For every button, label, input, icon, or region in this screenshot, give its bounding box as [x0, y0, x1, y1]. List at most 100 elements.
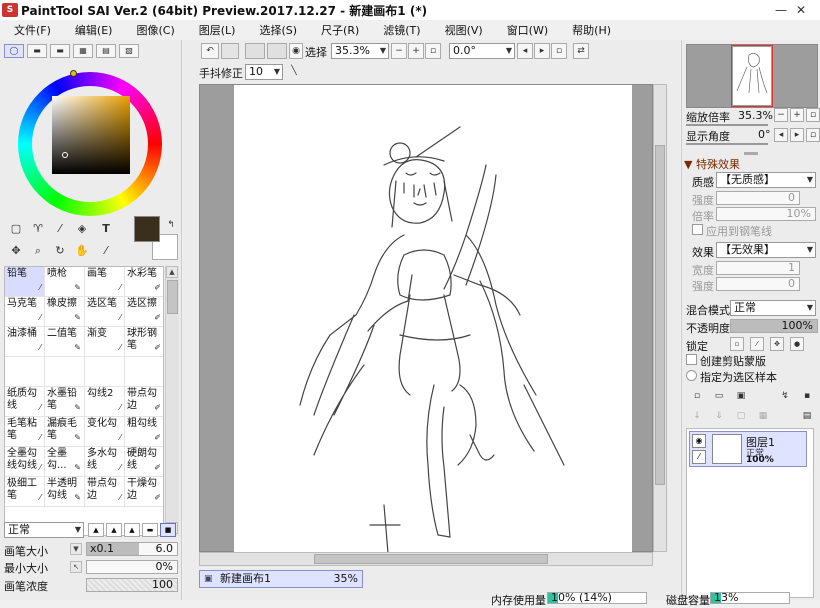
brush-slot[interactable]: 漏痕毛笔 ✎	[45, 417, 85, 447]
add-mask-icon[interactable]: ↯	[778, 390, 792, 404]
show-selection-checkbox[interactable]: ◉	[289, 43, 303, 59]
zoom-select[interactable]: 35.3% ▼	[331, 43, 389, 59]
hue-selector[interactable]	[70, 70, 77, 77]
min-size-link-icon[interactable]: ↖	[70, 561, 82, 573]
nav-zoom-in-button[interactable]: +	[790, 108, 804, 122]
menu-image[interactable]: 图像(C)	[136, 22, 174, 38]
brush-shape-1[interactable]: ▲	[88, 523, 104, 537]
brush-slot[interactable]: 变化勾 ⁄	[85, 417, 125, 447]
effect-select[interactable]: 【无效果】 ▼	[716, 242, 816, 258]
nav-zoom-out-button[interactable]: −	[774, 108, 788, 122]
color-wheel-tab[interactable]: ◯	[4, 44, 24, 58]
layer-blend-select[interactable]: 正常 ▼	[730, 300, 816, 316]
flip-horizontal-icon[interactable]: ⇄	[573, 43, 589, 59]
brush-shape-5[interactable]: ■	[160, 523, 176, 537]
canvas-vscroll-thumb[interactable]	[655, 145, 665, 485]
brush-shape-2[interactable]: ▲	[106, 523, 122, 537]
hsv-slider-tab[interactable]: ▬	[50, 44, 70, 58]
minimize-button[interactable]: —	[772, 0, 790, 20]
hand-icon[interactable]: ✋	[72, 242, 92, 260]
close-button[interactable]: ✕	[792, 0, 810, 20]
min-size-slider[interactable]: 0%	[86, 560, 178, 574]
line-icon[interactable]: ╲	[287, 64, 301, 80]
brush-slot[interactable]: 选区擦 ✐	[125, 297, 163, 327]
deselect-icon[interactable]	[245, 43, 265, 59]
size-multiplier-dropdown[interactable]: ▼	[70, 543, 82, 555]
brush-slot[interactable]: 半透明勾线 ✎	[45, 477, 85, 507]
effects-section-header[interactable]: ▼ 特殊效果	[684, 156, 740, 172]
navigator-preview[interactable]	[686, 44, 818, 108]
opacity-slider[interactable]: 100%	[730, 319, 818, 333]
menu-file[interactable]: 文件(F)	[14, 22, 51, 38]
brush-slot[interactable]: 橡皮擦 ✎	[45, 297, 85, 327]
brush-shape-4[interactable]: ▬	[142, 523, 158, 537]
scroll-up-icon[interactable]: ▲	[166, 266, 178, 278]
zoom-in-button[interactable]: +	[408, 43, 424, 59]
clipping-mask-checkbox[interactable]	[686, 354, 697, 365]
menu-select[interactable]: 选择(S)	[259, 22, 297, 38]
nav-zoom-reset-button[interactable]: ▫	[806, 108, 820, 122]
brush-size-slider[interactable]: x0.1 6.0	[86, 542, 178, 556]
menu-view[interactable]: 视图(V)	[445, 22, 483, 38]
brush-grid-scroll-thumb[interactable]	[167, 280, 178, 314]
color-selector[interactable]	[62, 152, 68, 158]
menu-layer[interactable]: 图层(L)	[199, 22, 236, 38]
invert-selection-icon[interactable]	[267, 43, 287, 59]
nav-rotate-reset-button[interactable]: ▫	[806, 128, 820, 142]
canvas-horizontal-scrollbar[interactable]	[199, 552, 653, 566]
menu-window[interactable]: 窗口(W)	[507, 22, 548, 38]
eyedropper-icon[interactable]: ⁄	[96, 242, 116, 260]
merge-down-icon[interactable]: ↓	[690, 410, 704, 424]
brush-slot[interactable]	[5, 357, 45, 387]
brush-slot[interactable]: 粗勾线 ✐	[125, 417, 163, 447]
undo-icon[interactable]: ↶	[201, 43, 219, 59]
brush-slot[interactable]: 纸质勾线 ⁄	[5, 387, 45, 417]
layer-settings-icon[interactable]: ▤	[800, 410, 814, 424]
brush-slot[interactable]: 二值笔 ✎	[45, 327, 85, 357]
zoom-out-button[interactable]: −	[391, 43, 407, 59]
pencil-icon[interactable]: ⁄	[692, 450, 706, 464]
canvas-hscroll-thumb[interactable]	[314, 554, 548, 564]
brush-slot[interactable]: 全墨勾线勾线 ⁄	[5, 447, 45, 477]
brush-blend-mode-select[interactable]: 正常 ▼	[4, 522, 84, 538]
brush-slot[interactable]: 马克笔 ⁄	[5, 297, 45, 327]
brush-slot[interactable]: 油漆桶 ⁄	[5, 327, 45, 357]
rotation-select[interactable]: 0.0° ▼	[449, 43, 515, 59]
clear-layer-icon[interactable]: ▢	[734, 410, 748, 424]
menu-filter[interactable]: 滤镜(T)	[383, 22, 420, 38]
lock-paint-icon[interactable]: ⁄	[750, 337, 764, 351]
apply-to-pen-checkbox[interactable]	[692, 224, 703, 235]
rgb-slider-tab[interactable]: ▬	[27, 44, 47, 58]
rect-select-icon[interactable]: ▢	[6, 220, 26, 238]
brush-slot[interactable]: 选区笔 ⁄	[85, 297, 125, 327]
brush-slot[interactable]	[125, 357, 163, 387]
layer-item[interactable]: ◉ ⁄ 图层1 正常 100%	[689, 431, 807, 467]
menu-help[interactable]: 帮助(H)	[572, 22, 611, 38]
brush-slot[interactable]: 勾线2 ⁄	[85, 387, 125, 417]
primary-color-swatch[interactable]	[134, 216, 160, 242]
brush-slot[interactable]: 硬朗勾线 ✐	[125, 447, 163, 477]
document-tab[interactable]: ▣ 新建画布1 35%	[199, 570, 363, 588]
paper[interactable]	[234, 85, 632, 554]
brush-slot[interactable]: 极细工笔 ⁄	[5, 477, 45, 507]
magic-wand-icon[interactable]: ⁄	[50, 220, 70, 238]
brush-slot[interactable]: 水彩笔 ✐	[125, 267, 163, 297]
text-tool-icon[interactable]: T	[96, 220, 116, 238]
scratch-pad-tab[interactable]: ▧	[119, 44, 139, 58]
zoom-slider[interactable]	[686, 124, 768, 126]
swap-colors-icon[interactable]: ↰	[164, 216, 178, 234]
brush-slot[interactable]: 带点勾边 ⁄	[85, 477, 125, 507]
brush-slot[interactable]: 全墨勾... ✎	[45, 447, 85, 477]
brush-grid-scrollbar[interactable]: ▲ ▼	[165, 266, 179, 536]
brush-slot[interactable]: 带点勾边 ✐	[125, 387, 163, 417]
eye-icon[interactable]: ◉	[692, 434, 706, 448]
brush-slot[interactable]: 多水勾线 ⁄	[85, 447, 125, 477]
lock-all-icon[interactable]: ●	[790, 337, 804, 351]
lock-move-icon[interactable]: ✥	[770, 337, 784, 351]
texture-select[interactable]: 【无质感】 ▼	[716, 172, 816, 188]
nav-rotate-left-button[interactable]: ◂	[774, 128, 788, 142]
panel-splitter[interactable]	[744, 152, 758, 155]
brush-slot[interactable]: 铅笔 ⁄	[5, 267, 45, 297]
brush-slot[interactable]: 毛笔粘笔 ⁄	[5, 417, 45, 447]
brush-slot[interactable]: 干燥勾边 ✐	[125, 477, 163, 507]
